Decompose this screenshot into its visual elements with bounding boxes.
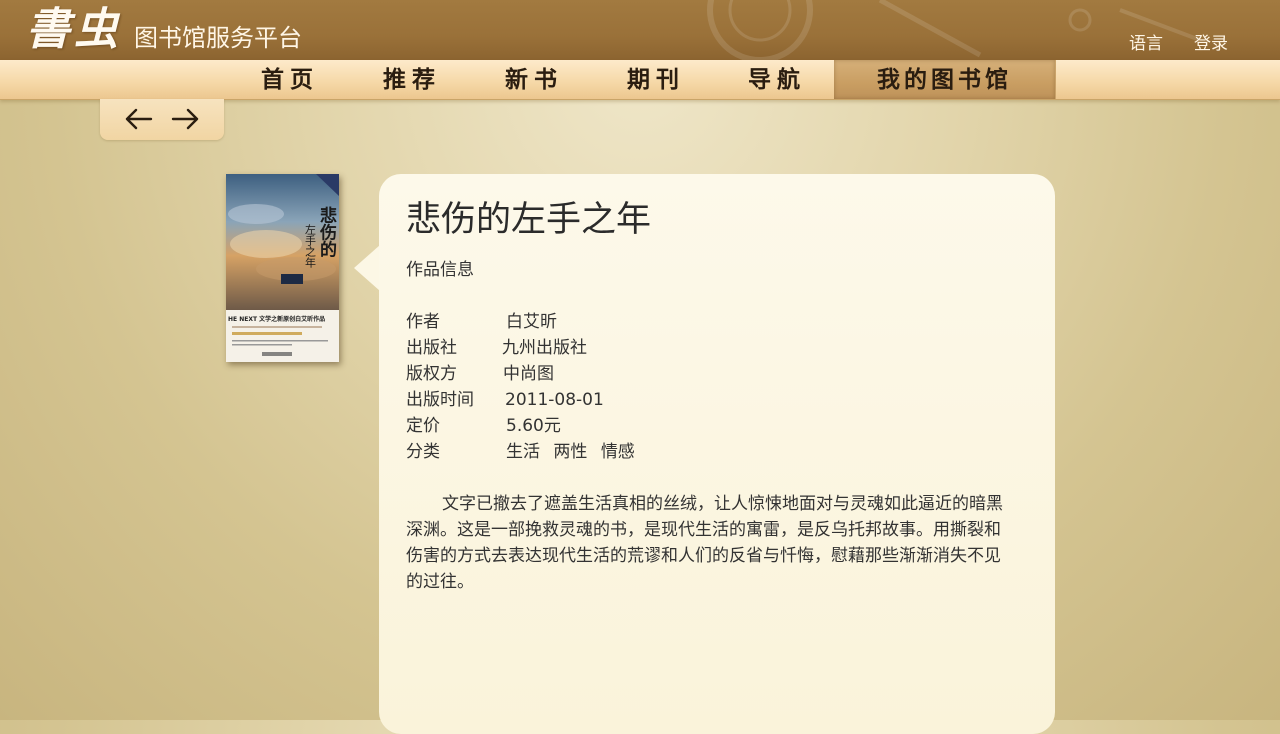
app-logo: 書虫	[26, 4, 122, 55]
cover-title-text: 悲伤的	[316, 205, 338, 258]
language-link[interactable]: 语言	[1129, 33, 1163, 55]
nav-item-home[interactable]: 首页	[230, 60, 350, 99]
info-value-publisher: 九州出版社	[502, 338, 587, 358]
book-cover[interactable]: 悲伤的 左手之年 HE NEXT 文学之新原创白艾昕作品	[226, 174, 339, 362]
arrow-right-icon	[171, 108, 199, 130]
app-header: 書虫 图书馆服务平台 语言 登录	[0, 0, 1280, 60]
nav-item-navigation[interactable]: 导航	[718, 60, 836, 99]
nav-item-my-library[interactable]: 我的图书馆	[834, 60, 1055, 99]
info-value-price: 5.60元	[506, 416, 561, 436]
cover-subtitle-text: 左手之年	[304, 224, 317, 268]
nav-item-journals[interactable]: 期刊	[596, 60, 716, 99]
nav-item-recommend[interactable]: 推荐	[352, 60, 472, 99]
info-key: 定价	[406, 416, 440, 436]
category-tag[interactable]: 生活	[506, 442, 540, 462]
book-title: 悲伤的左手之年	[406, 200, 652, 240]
cover-banner-text: HE NEXT 文学之新原创白艾昕作品	[228, 315, 325, 323]
category-tag[interactable]: 情感	[601, 442, 635, 462]
section-label: 作品信息	[406, 260, 474, 280]
main-nav: 首页 推荐 新书 期刊 导航 我的图书馆	[0, 60, 1280, 100]
nav-divider	[1055, 60, 1056, 99]
info-value-author[interactable]: 白艾昕	[506, 310, 557, 334]
nav-item-new-books[interactable]: 新书	[474, 60, 594, 99]
info-key: 出版社	[406, 338, 457, 358]
login-link[interactable]: 登录	[1194, 33, 1228, 55]
arrow-left-icon	[125, 108, 153, 130]
card-pointer	[354, 245, 380, 291]
book-description: 文字已撤去了遮盖生活真相的丝绒，让人惊悚地面对与灵魂如此逼近的暗黑深渊。这是一部…	[406, 494, 1003, 592]
info-value-publish-date: 2011-08-01	[505, 390, 604, 410]
info-key: 作者	[406, 312, 440, 332]
book-cover-image: 悲伤的 左手之年 HE NEXT 文学之新原创白艾昕作品	[226, 174, 339, 362]
category-tag[interactable]: 两性	[553, 442, 587, 462]
platform-title: 图书馆服务平台	[134, 24, 302, 52]
info-value-rights-holder: 中尚图	[503, 364, 554, 384]
info-key: 版权方	[406, 364, 457, 384]
category-tags: 生活 两性 情感	[506, 440, 643, 464]
book-detail-card	[379, 174, 1055, 734]
info-key: 分类	[406, 442, 440, 462]
history-nav-tab	[100, 99, 224, 140]
forward-button[interactable]	[169, 105, 201, 133]
back-button[interactable]	[123, 105, 155, 133]
info-key: 出版时间	[406, 390, 474, 410]
